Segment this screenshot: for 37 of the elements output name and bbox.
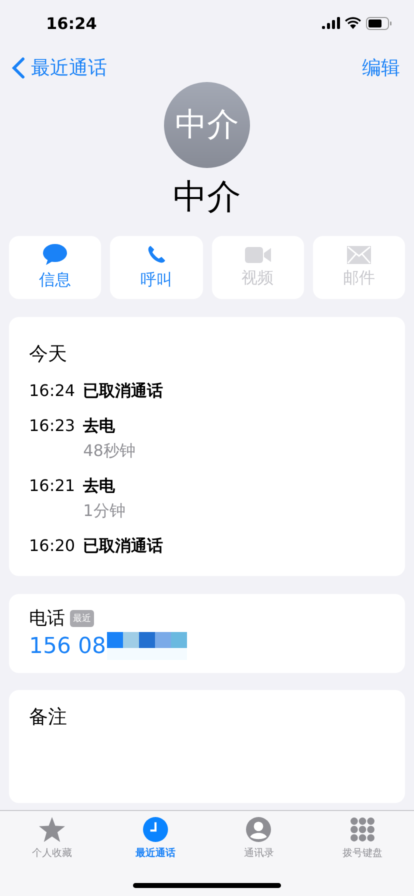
day-heading: 今天: [29, 342, 68, 367]
keypad-icon: [350, 817, 375, 842]
wifi-icon: [345, 17, 361, 29]
call-button[interactable]: 呼叫: [110, 236, 202, 299]
message-button[interactable]: 信息: [9, 236, 102, 299]
chevron-left-icon: [12, 57, 25, 79]
call-duration: 48秒钟: [83, 441, 136, 462]
person-icon: [246, 817, 272, 842]
envelope-icon: [346, 246, 371, 264]
edit-button[interactable]: 编辑: [362, 55, 400, 81]
phone-label: 电话: [29, 607, 65, 630]
call-time: 16:20: [29, 536, 76, 557]
call-time: 16:24: [29, 381, 76, 402]
contact-avatar: 中介: [164, 82, 250, 168]
speech-bubble-icon: [43, 244, 68, 266]
call-time: 16:23: [29, 416, 76, 437]
tab-item[interactable]: 最近通话: [104, 817, 207, 869]
back-button[interactable]: 最近通话: [12, 55, 107, 81]
status-time: 16:24: [46, 14, 97, 32]
tab-item[interactable]: 个人收藏: [0, 817, 104, 869]
tab-item[interactable]: 通讯录: [207, 817, 310, 869]
call-status: 已取消通话: [83, 381, 164, 402]
call-duration: 1分钟: [83, 501, 126, 522]
phone-number-link[interactable]: 156 08: [29, 634, 106, 658]
star-icon: [38, 817, 65, 842]
call-status: 去电: [83, 476, 116, 497]
call-status: 已取消通话: [83, 536, 164, 557]
recent-badge: 最近: [70, 610, 94, 626]
call-time: 16:21: [29, 476, 76, 497]
video-camera-icon: [244, 246, 271, 264]
contact-name: 中介: [173, 176, 241, 219]
clock-icon: [142, 817, 168, 842]
tab-item[interactable]: 拨号键盘: [310, 817, 414, 869]
notes-label: 备注: [29, 706, 67, 728]
call-status: 去电: [83, 416, 116, 437]
signal-icon: [322, 17, 340, 29]
battery-icon: [366, 16, 392, 30]
